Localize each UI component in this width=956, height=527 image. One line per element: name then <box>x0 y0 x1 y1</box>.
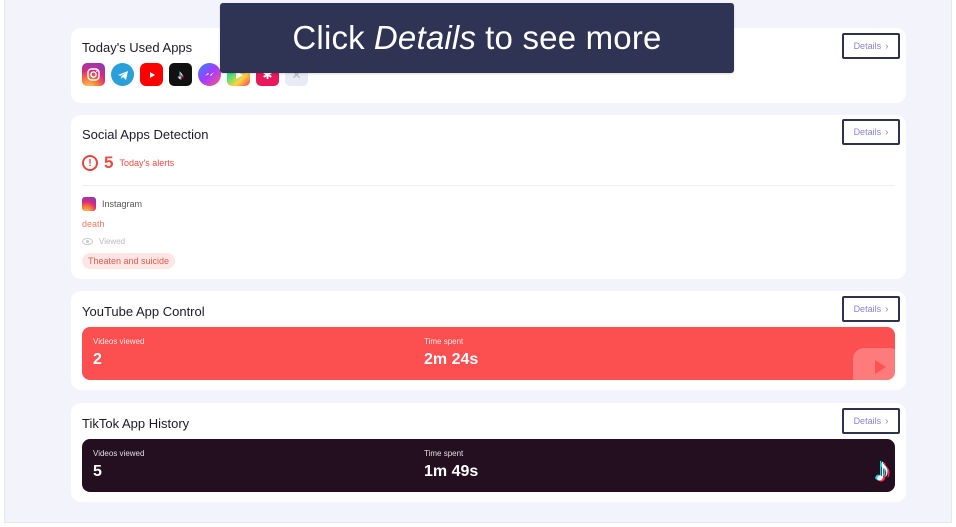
videos-viewed-label: Videos viewed <box>93 449 145 458</box>
used-apps-details-button[interactable]: Details › <box>842 33 900 59</box>
eye-icon <box>82 238 93 245</box>
youtube-control-card: YouTube App Control Details › Videos vie… <box>71 291 906 390</box>
social-detection-title: Social Apps Detection <box>82 127 209 142</box>
divider <box>82 185 895 186</box>
viewed-label: Viewed <box>99 237 126 246</box>
chevron-right-icon: › <box>885 40 889 52</box>
youtube-watermark-icon <box>853 348 895 380</box>
tiktok-history-title: TikTok App History <box>82 416 190 431</box>
videos-viewed-value: 5 <box>93 463 102 480</box>
tiktok-stats-banner: Videos viewed 5 Time spent 1m 49s ♪ <box>82 439 895 492</box>
youtube-stats-banner: Videos viewed 2 Time spent 2m 24s <box>82 327 895 380</box>
alert-app-name: Instagram <box>102 199 143 209</box>
instagram-icon <box>82 197 96 211</box>
tiktok-icon[interactable]: ♪ <box>169 63 192 86</box>
callout-emphasis: Details <box>373 19 477 56</box>
social-detection-details-button[interactable]: Details › <box>842 119 900 145</box>
details-label: Details <box>853 41 882 51</box>
time-spent-value: 1m 49s <box>424 463 479 480</box>
tiktok-details-button[interactable]: Details › <box>842 408 900 434</box>
videos-viewed-stat: Videos viewed 2 <box>93 337 144 369</box>
videos-viewed-stat: Videos viewed 5 <box>93 449 144 481</box>
alert-icon: ! <box>82 155 98 171</box>
videos-viewed-value: 2 <box>93 351 102 368</box>
telegram-icon[interactable] <box>111 63 134 86</box>
youtube-details-button[interactable]: Details › <box>842 296 900 322</box>
tiktok-logo-icon: ♪ <box>874 451 891 489</box>
youtube-control-title: YouTube App Control <box>82 304 205 319</box>
details-label: Details <box>853 304 882 314</box>
alert-keyword: death <box>82 219 105 229</box>
time-spent-label: Time spent <box>424 449 464 458</box>
callout-suffix: to see more <box>485 19 662 56</box>
messenger-icon[interactable] <box>198 63 221 86</box>
alert-category-tag: Theaten and suicide <box>82 253 176 269</box>
alert-count: 5 <box>104 153 114 172</box>
chevron-right-icon: › <box>885 415 889 427</box>
alert-text: Today's alerts <box>119 158 175 168</box>
time-spent-stat: Time spent 1m 49s <box>424 449 478 481</box>
youtube-icon[interactable] <box>140 63 163 86</box>
time-spent-stat: Time spent 2m 24s <box>424 337 478 369</box>
instruction-callout: Click Details to see more <box>220 3 734 73</box>
alert-app-row[interactable]: Instagram <box>82 197 142 211</box>
chevron-right-icon: › <box>885 126 889 138</box>
chevron-right-icon: › <box>885 303 889 315</box>
details-label: Details <box>853 416 882 426</box>
details-label: Details <box>853 127 882 137</box>
videos-viewed-label: Videos viewed <box>93 337 145 346</box>
callout-prefix: Click <box>292 19 365 56</box>
dashboard-frame: Today's Used Apps Details › ♪ ✱ ✕ Social… <box>4 0 952 523</box>
instagram-icon[interactable] <box>82 63 105 86</box>
time-spent-value: 2m 24s <box>424 351 479 368</box>
used-apps-title: Today's Used Apps <box>82 40 193 55</box>
alert-summary: ! 5 Today's alerts <box>82 153 174 173</box>
social-detection-card: Social Apps Detection Details › ! 5 Toda… <box>71 115 906 279</box>
tiktok-history-card: TikTok App History Details › Videos view… <box>71 403 906 502</box>
viewed-status: Viewed <box>82 237 125 246</box>
time-spent-label: Time spent <box>424 337 464 346</box>
